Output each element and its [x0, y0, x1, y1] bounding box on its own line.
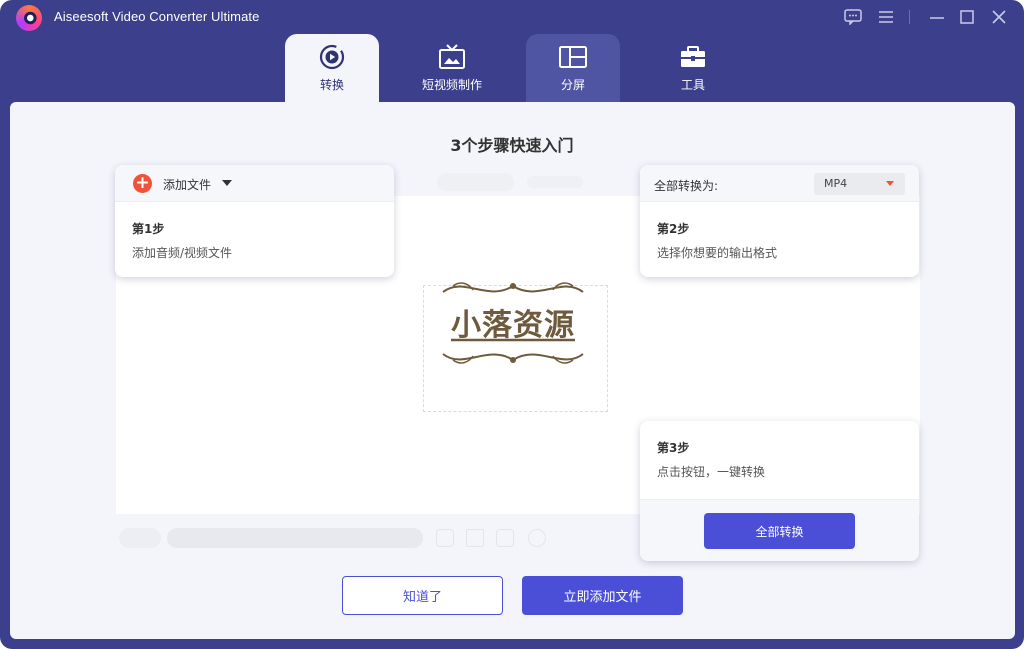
- ghost-save-label: [119, 528, 161, 548]
- tab-collage[interactable]: 分屏: [526, 34, 620, 102]
- step3-card: 第3步 点击按钮，一键转换 全部转换: [640, 421, 919, 561]
- add-files-now-button[interactable]: 立即添加文件: [522, 576, 683, 615]
- flash-icon: [466, 529, 484, 547]
- title-separator: [909, 10, 910, 24]
- step1-card-header: + 添加文件: [115, 165, 394, 202]
- step3-desc: 点击按钮，一键转换: [657, 465, 766, 479]
- app-logo-icon: [16, 5, 42, 31]
- step2-card: 全部转换为: MP4 第2步 选择你想要的输出格式: [640, 165, 919, 277]
- tab-mv[interactable]: 短视频制作: [405, 34, 499, 102]
- feedback-icon[interactable]: [842, 7, 864, 27]
- step2-title: 第2步: [657, 222, 690, 236]
- app-title: Aiseesoft Video Converter Ultimate: [54, 9, 260, 24]
- step1-title: 第1步: [132, 222, 165, 236]
- tab-convert-label: 转换: [319, 78, 344, 92]
- tab-convert[interactable]: 转换: [285, 34, 379, 102]
- got-it-button[interactable]: 知道了: [342, 576, 503, 615]
- maximize-icon[interactable]: [956, 7, 978, 27]
- add-file-icon[interactable]: +: [133, 174, 152, 193]
- watermark-text: 小落资源: [451, 308, 575, 343]
- minimize-icon[interactable]: [926, 7, 948, 27]
- convert-icon: [318, 43, 346, 71]
- add-file-dropdown-icon[interactable]: [222, 180, 232, 186]
- gpu-icon: [496, 529, 514, 547]
- add-file-label[interactable]: 添加文件: [163, 176, 211, 193]
- guide-title: 3个步骤快速入门: [450, 136, 574, 155]
- toolbox-icon: [679, 43, 707, 71]
- folder-icon: [436, 529, 454, 547]
- step2-desc: 选择你想要的输出格式: [657, 246, 778, 260]
- step3-title: 第3步: [657, 441, 690, 455]
- step1-card: + 添加文件 第1步 添加音频/视频文件: [115, 165, 394, 277]
- title-bar: Aiseesoft Video Converter Ultimate: [0, 0, 1024, 34]
- close-icon[interactable]: [988, 7, 1010, 27]
- ghost-tab-pill: [437, 173, 514, 191]
- watermark: 小落资源: [433, 276, 593, 372]
- output-format-select[interactable]: MP4: [814, 173, 905, 195]
- tab-mv-label: 短视频制作: [421, 78, 482, 92]
- convert-all-to-label: 全部转换为:: [654, 179, 719, 193]
- ghost-tab-pill: [527, 176, 583, 188]
- chevron-down-icon: [886, 181, 894, 186]
- gear-icon: [528, 529, 546, 547]
- step1-desc: 添加音频/视频文件: [132, 246, 233, 260]
- collage-icon: [558, 43, 588, 71]
- convert-all-button[interactable]: 全部转换: [704, 513, 855, 549]
- output-format-value: MP4: [824, 177, 848, 190]
- mv-icon: [438, 43, 466, 71]
- step2-card-header: 全部转换为: MP4: [640, 165, 919, 202]
- tab-toolbox[interactable]: 工具: [646, 34, 740, 102]
- app-window: Aiseesoft Video Converter Ultimate 转换 短视…: [0, 0, 1024, 649]
- ghost-save-path: [167, 528, 423, 548]
- tab-toolbox-label: 工具: [680, 78, 705, 92]
- tab-collage-label: 分屏: [560, 78, 585, 92]
- menu-icon[interactable]: [875, 7, 897, 27]
